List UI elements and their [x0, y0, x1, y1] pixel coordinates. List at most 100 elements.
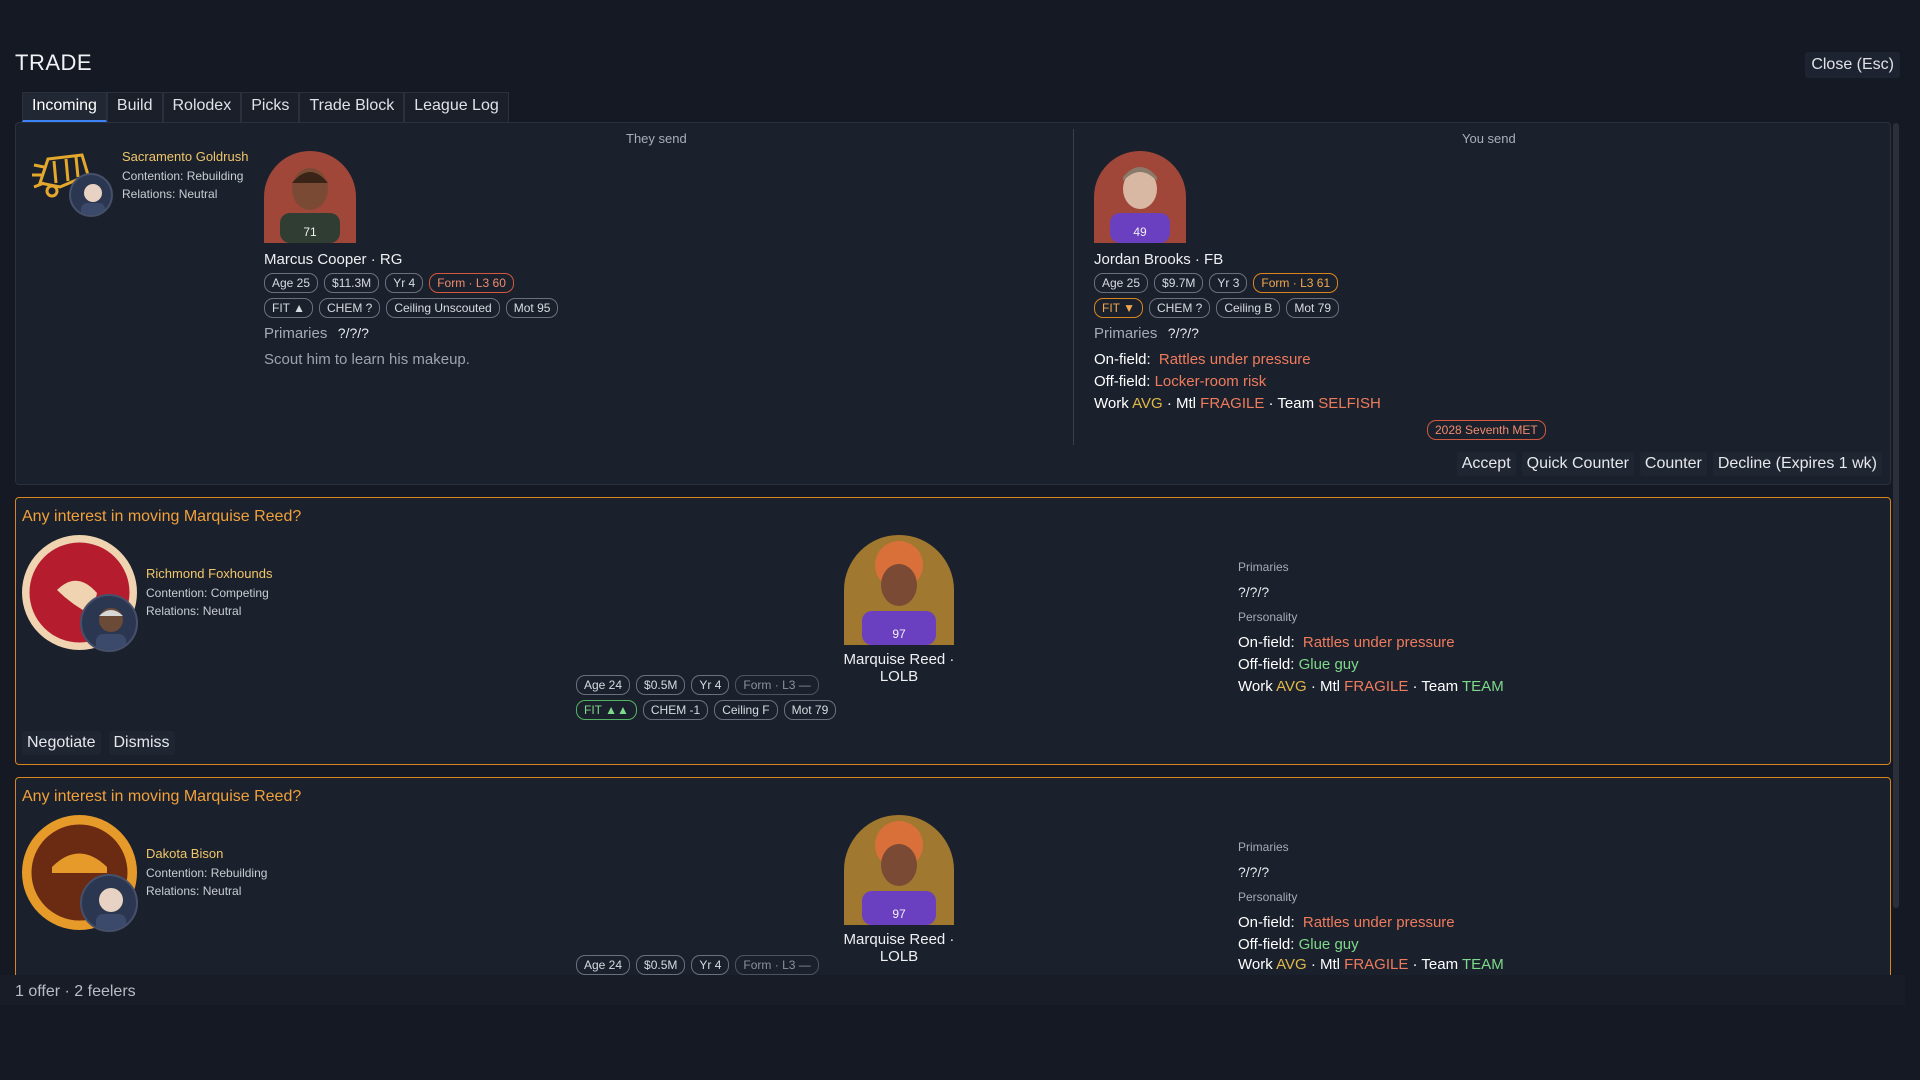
- primaries-label: Primaries: [264, 325, 328, 342]
- work-label: Work: [1238, 678, 1273, 695]
- player-chips-row1: Age 25 $11.3M Yr 4 Form · L3 60: [264, 273, 514, 293]
- tab-build[interactable]: Build: [106, 92, 163, 122]
- negotiate-button[interactable]: Negotiate: [22, 731, 101, 755]
- tab-rolodex[interactable]: Rolodex: [162, 92, 242, 122]
- jersey-number: 97: [892, 907, 906, 921]
- decline-button[interactable]: Decline (Expires 1 wk): [1712, 452, 1882, 476]
- primaries-row: Primaries ?/?/?: [1094, 325, 1199, 343]
- onfield-label: On-field:: [1238, 634, 1295, 651]
- primaries-value: ?/?/?: [337, 325, 369, 341]
- draft-pick-badge: 2028 Seventh MET: [1427, 420, 1546, 440]
- player-portrait[interactable]: 49: [1094, 151, 1186, 243]
- page-title: TRADE: [15, 50, 93, 75]
- player-chips-row2: FIT ▲▲ CHEM -1 Ceiling F Mot 79: [576, 700, 837, 720]
- team-relations: Relations: Neutral: [122, 187, 218, 201]
- onfield-value: Rattles under pressure: [1158, 351, 1311, 368]
- age-chip: Age 25: [264, 273, 319, 293]
- you-send-heading: You send: [1462, 131, 1516, 146]
- player-chips-row1: Age 24 $0.5M Yr 4 Form · L3 —: [576, 955, 819, 975]
- personality-label: Personality: [1238, 890, 1298, 904]
- player-name[interactable]: Marquise Reed · LOLB: [824, 931, 974, 965]
- onfield-value: Rattles under pressure: [1302, 634, 1455, 651]
- onfield-trait: On-field: Rattles under pressure: [1238, 914, 1455, 931]
- accept-button[interactable]: Accept: [1456, 452, 1516, 476]
- player-chips-row1: Age 25 $9.7M Yr 3 Form · L3 61: [1094, 273, 1339, 293]
- player-chips-row1: Age 24 $0.5M Yr 4 Form · L3 —: [576, 675, 819, 695]
- motivation-chip: Mot 79: [783, 700, 837, 720]
- team-contention: Contention: Competing: [146, 586, 269, 600]
- offfield-trait: Off-field: Glue guy: [1238, 936, 1359, 953]
- feeler-card: Any interest in moving Marquise Reed? Da…: [15, 777, 1891, 975]
- primaries-row: Primaries ?/?/?: [264, 325, 369, 343]
- they-send-heading: They send: [626, 131, 687, 146]
- counter-button[interactable]: Counter: [1639, 452, 1707, 476]
- tab-incoming[interactable]: Incoming: [22, 92, 107, 122]
- team-attitude-label: · Team: [1412, 678, 1459, 695]
- team-contention: Contention: Rebuilding: [146, 866, 268, 880]
- scrollbar[interactable]: [1893, 123, 1899, 908]
- team-attitude-value: TEAM: [1462, 956, 1504, 973]
- form-chip: Form · L3 60: [429, 273, 514, 293]
- offfield-label: Off-field:: [1094, 373, 1151, 390]
- salary-chip: $9.7M: [1154, 273, 1204, 293]
- player-portrait[interactable]: 71: [264, 151, 356, 243]
- feeler-card: Any interest in moving Marquise Reed? Ri…: [15, 497, 1891, 765]
- mental-value: FRAGILE: [1344, 678, 1409, 695]
- fit-chip: FIT ▼: [1094, 298, 1143, 318]
- scout-note: Scout him to learn his makeup.: [264, 351, 470, 368]
- onfield-label: On-field:: [1238, 914, 1295, 931]
- work-label: Work: [1238, 956, 1273, 973]
- onfield-trait: On-field: Rattles under pressure: [1238, 634, 1455, 651]
- age-chip: Age 25: [1094, 273, 1149, 293]
- motivation-chip: Mot 79: [1286, 298, 1340, 318]
- tab-picks[interactable]: Picks: [241, 92, 300, 122]
- tab-league-log[interactable]: League Log: [404, 92, 509, 122]
- offer-card: Sacramento Goldrush Contention: Rebuildi…: [15, 122, 1891, 485]
- primaries-label: Primaries: [1094, 325, 1158, 342]
- offer-actions: Accept Quick Counter Counter Decline (Ex…: [1456, 452, 1882, 476]
- fit-chip: FIT ▲: [264, 298, 313, 318]
- team-name[interactable]: Sacramento Goldrush: [122, 149, 248, 164]
- player-name[interactable]: Jordan Brooks · FB: [1094, 251, 1223, 268]
- ceiling-chip: Ceiling Unscouted: [386, 298, 500, 318]
- onfield-value: Rattles under pressure: [1302, 914, 1455, 931]
- primaries-value: ?/?/?: [1238, 584, 1270, 600]
- player-portrait[interactable]: 97: [844, 535, 954, 645]
- fit-chip: FIT ▲▲: [576, 700, 637, 720]
- team-attitude-label: · Team: [1412, 956, 1459, 973]
- salary-chip: $0.5M: [636, 955, 686, 975]
- player-chips-row2: FIT ▼ CHEM ? Ceiling B Mot 79: [1094, 298, 1340, 318]
- salary-chip: $0.5M: [636, 675, 686, 695]
- player-name[interactable]: Marquise Reed · LOLB: [824, 651, 974, 685]
- gm-avatar: [80, 594, 138, 652]
- salary-chip: $11.3M: [324, 273, 380, 293]
- player-portrait[interactable]: 97: [844, 815, 954, 925]
- status-summary: 1 offer · 2 feelers: [15, 983, 136, 1000]
- age-chip: Age 24: [576, 675, 631, 695]
- mental-label: · Mtl: [1310, 678, 1340, 695]
- mental-value: FRAGILE: [1200, 395, 1265, 412]
- chem-chip: CHEM -1: [642, 700, 709, 720]
- attitude-row: Work AVG · Mtl FRAGILE · Team SELFISH: [1094, 395, 1381, 412]
- tab-trade-block[interactable]: Trade Block: [299, 92, 405, 122]
- dismiss-button[interactable]: Dismiss: [108, 731, 175, 755]
- gm-avatar: [69, 173, 113, 217]
- team-attitude-value: TEAM: [1462, 678, 1504, 695]
- offfield-label: Off-field:: [1238, 936, 1295, 953]
- close-button[interactable]: Close (Esc): [1805, 52, 1900, 78]
- team-name[interactable]: Dakota Bison: [146, 846, 223, 861]
- form-chip: Form · L3 —: [735, 955, 819, 975]
- player-name[interactable]: Marcus Cooper · RG: [264, 251, 402, 268]
- mental-label: · Mtl: [1166, 395, 1196, 412]
- attitude-row: Work AVG · Mtl FRAGILE · Team TEAM: [1238, 956, 1504, 973]
- work-value: AVG: [1132, 395, 1163, 412]
- jersey-number: 97: [892, 627, 906, 641]
- contract-years-chip: Yr 4: [385, 273, 424, 293]
- team-name[interactable]: Richmond Foxhounds: [146, 566, 272, 581]
- primaries-value: ?/?/?: [1167, 325, 1199, 341]
- contract-years-chip: Yr 3: [1209, 273, 1248, 293]
- offfield-value: Locker-room risk: [1154, 373, 1267, 390]
- quick-counter-button[interactable]: Quick Counter: [1521, 452, 1634, 476]
- team-relations: Relations: Neutral: [146, 884, 242, 898]
- age-chip: Age 24: [576, 955, 631, 975]
